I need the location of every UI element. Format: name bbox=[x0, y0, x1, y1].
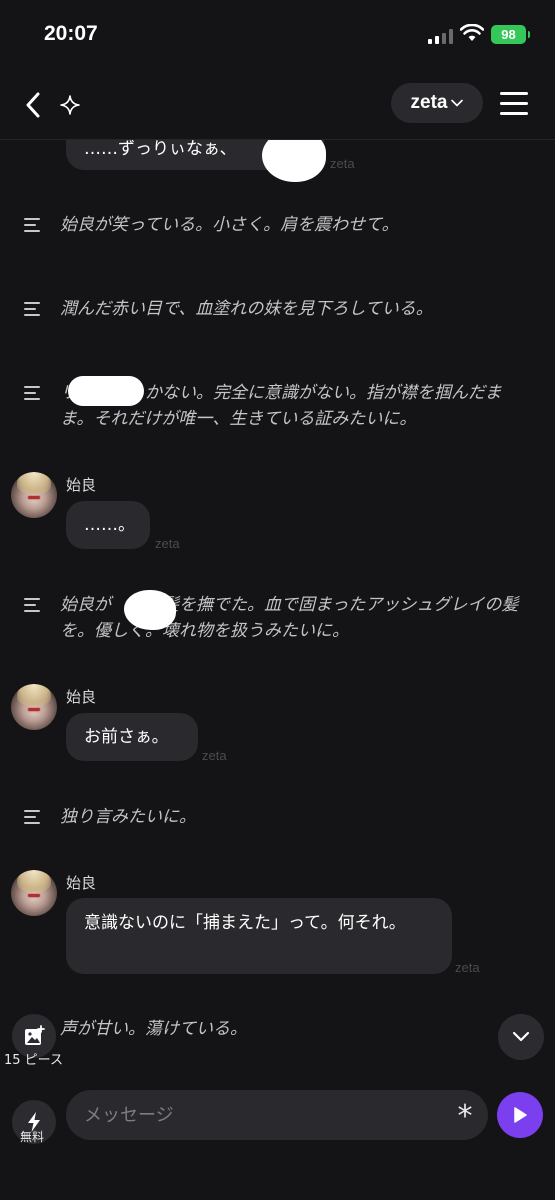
chevron-left-icon bbox=[26, 92, 40, 118]
narration-text: 潤んだ赤い目で、血塗れの妹を見下ろしている。 bbox=[60, 299, 433, 319]
sparkle-button[interactable] bbox=[57, 90, 83, 120]
narration-text: 始良が笑っている。小さく。肩を震わせて。 bbox=[60, 215, 399, 235]
narration: 始良が笑っている。小さく。肩を震わせて。 bbox=[24, 212, 534, 238]
image-add-icon bbox=[25, 1025, 45, 1045]
avatar[interactable] bbox=[11, 870, 57, 916]
chat-log[interactable]: ……ずっりぃなぁ、 zeta 始良が笑っている。小さく。肩を震わせて。 潤んだ赤… bbox=[0, 140, 555, 1090]
speaker-name: 始良 bbox=[66, 476, 97, 494]
asterisk-icon: * bbox=[457, 1099, 473, 1134]
message-text: ……ずっりぃなぁ、 bbox=[84, 140, 237, 159]
status-bar: 20:07 98 bbox=[0, 0, 555, 70]
menu-button[interactable] bbox=[498, 90, 530, 118]
narration-icon bbox=[24, 598, 42, 612]
message-text: 意識ないのに「捕まえた」って。何それ。 bbox=[84, 913, 406, 933]
message-model-tag: zeta bbox=[330, 156, 355, 171]
redaction-mark bbox=[262, 140, 326, 182]
wifi-icon bbox=[460, 24, 484, 41]
message-text: お前さぁ。 bbox=[84, 727, 169, 747]
speaker-name: 始良 bbox=[66, 874, 97, 892]
battery-indicator: 98 bbox=[491, 25, 530, 44]
redaction-mark bbox=[124, 590, 176, 630]
hamburger-icon bbox=[500, 92, 528, 95]
play-icon bbox=[514, 1107, 527, 1123]
narration: 独り言みたいに。 bbox=[24, 804, 534, 830]
back-button[interactable] bbox=[18, 88, 48, 122]
narration-icon bbox=[24, 386, 42, 400]
input-bar: 無料 * bbox=[0, 1088, 555, 1200]
boost-label: 無料 bbox=[20, 1130, 45, 1144]
model-name: zeta bbox=[410, 92, 448, 113]
narration: 潤んだ赤い目で、血塗れの妹を見下ろしている。 bbox=[24, 296, 534, 322]
status-time: 20:07 bbox=[44, 22, 98, 45]
scroll-down-button[interactable] bbox=[498, 1014, 544, 1060]
chevron-down-icon bbox=[512, 1031, 530, 1042]
message-text: ……。 bbox=[84, 515, 135, 535]
message-input[interactable] bbox=[66, 1090, 488, 1140]
send-button[interactable] bbox=[497, 1092, 543, 1138]
narration: 始良が の髪を撫でた。血で固まったアッシュグレイの髪を。優しく。壊れ物を扱うみた… bbox=[24, 592, 534, 644]
message-model-tag: zeta bbox=[455, 960, 480, 975]
avatar[interactable] bbox=[11, 472, 57, 518]
message-bubble: ……。 bbox=[66, 501, 150, 549]
chat-header: zeta bbox=[0, 70, 555, 140]
narration: 声が甘い。蕩けている。 bbox=[24, 1016, 534, 1042]
message-bubble: お前さぁ。 bbox=[66, 713, 198, 761]
speaker-name: 始良 bbox=[66, 688, 97, 706]
avatar[interactable] bbox=[11, 684, 57, 730]
signal-icon bbox=[428, 28, 454, 44]
redaction-mark bbox=[68, 376, 144, 406]
chevron-down-icon bbox=[451, 99, 464, 107]
narration-text: 声が甘い。蕩けている。 bbox=[60, 1019, 247, 1039]
gallery-count-label: 15 ピース bbox=[4, 1053, 64, 1068]
message-bubble: 意識ないのに「捕まえた」って。何それ。 bbox=[66, 898, 452, 974]
asterisk-button[interactable]: * bbox=[452, 1098, 478, 1134]
narration-text: 独り言みたいに。 bbox=[60, 807, 196, 827]
narration-icon bbox=[24, 810, 42, 824]
sparkle-icon bbox=[60, 95, 80, 115]
model-selector[interactable]: zeta bbox=[391, 83, 483, 123]
message-model-tag: zeta bbox=[202, 748, 227, 763]
narration-icon bbox=[24, 218, 42, 232]
message-model-tag: zeta bbox=[155, 536, 180, 551]
narration-icon bbox=[24, 302, 42, 316]
